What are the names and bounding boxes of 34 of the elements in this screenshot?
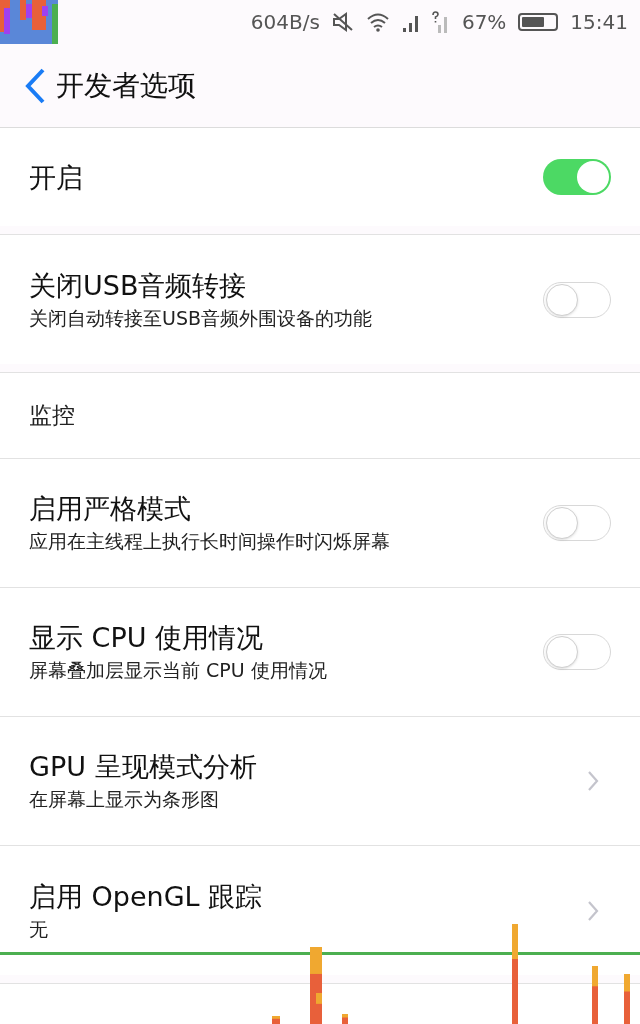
toggle-switch[interactable] xyxy=(543,159,611,195)
muted-speaker-icon xyxy=(331,12,354,32)
setting-description: 关闭自动转接至USB音频外围设备的功能 xyxy=(29,308,373,328)
toggle-switch[interactable] xyxy=(543,281,611,318)
section-header: 监控 xyxy=(29,401,75,431)
toggle-switch[interactable] xyxy=(543,634,611,670)
setting-title: 关闭USB音频转接 xyxy=(29,271,248,299)
setting-title: 开启 xyxy=(29,163,84,191)
setting-title: 启用 OpenGL 跟踪 xyxy=(29,882,264,910)
battery-icon xyxy=(518,13,559,31)
settings-row[interactable]: 启用严格模式 应用在主线程上执行长时间操作时闪烁屏幕 xyxy=(0,459,640,588)
settings-row[interactable]: 开启 xyxy=(0,128,640,226)
setting-description: 在屏幕上显示为条形图 xyxy=(29,790,220,809)
no-signal-icon xyxy=(431,11,450,33)
setting-description: 屏幕叠加层显示当前 CPU 使用情况 xyxy=(29,661,328,680)
settings-row[interactable]: 显示 CPU 使用情况 屏幕叠加层显示当前 CPU 使用情况 xyxy=(0,588,640,717)
wifi-icon xyxy=(365,12,390,32)
page-title: 开发者选项 xyxy=(56,67,196,104)
settings-row[interactable]: 关闭USB音频转接 关闭自动转接至USB音频外围设备的功能 xyxy=(0,235,640,364)
performance-graph-icon xyxy=(0,0,58,44)
setting-title: GPU 呈现模式分析 xyxy=(29,753,258,780)
network-speed: 604B/s xyxy=(250,9,320,36)
setting-title: 启用严格模式 xyxy=(29,495,192,522)
back-icon[interactable] xyxy=(24,67,46,104)
clock: 15:41 xyxy=(570,9,628,36)
chevron-right-icon xyxy=(587,899,599,922)
setting-description: 应用在主线程上执行长时间操作时闪烁屏幕 xyxy=(29,532,391,551)
battery-percent: 67% xyxy=(461,9,507,36)
settings-row[interactable]: GPU 呈现模式分析 在屏幕上显示为条形图 xyxy=(0,717,640,846)
toggle-switch[interactable] xyxy=(543,505,611,541)
settings-row[interactable]: 启用 OpenGL 跟踪 无 xyxy=(0,846,640,975)
setting-title: 显示 CPU 使用情况 xyxy=(29,624,265,651)
chevron-right-icon xyxy=(587,770,599,792)
setting-description: 无 xyxy=(29,919,49,939)
